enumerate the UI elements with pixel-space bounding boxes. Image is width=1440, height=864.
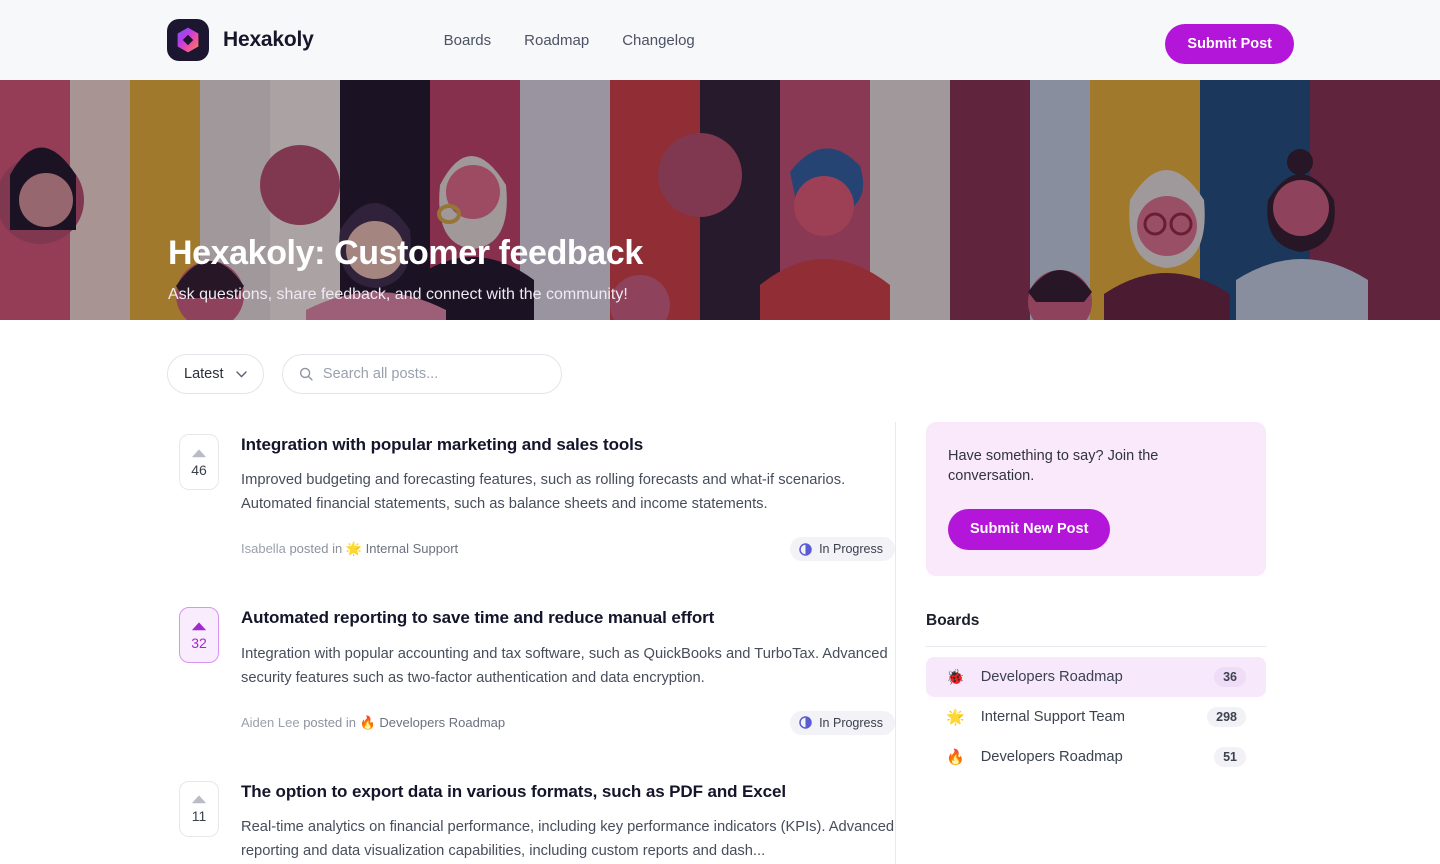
post-author[interactable]: Isabella — [241, 541, 286, 556]
chevron-down-icon — [235, 370, 247, 377]
main-nav: Boards Roadmap Changelog — [444, 32, 695, 49]
hexagon-gradient-logo-icon[interactable] — [167, 19, 209, 61]
boards-divider — [926, 645, 1266, 647]
page-subtitle: Ask questions, share feedback, and conne… — [168, 286, 628, 304]
post-byline: Isabella posted in 🌟 Internal Support — [241, 541, 458, 557]
page-title: Hexakoly: Customer feedback — [168, 234, 643, 272]
upvote-button[interactable]: 32 — [179, 607, 219, 664]
board-label: Internal Support Team — [980, 708, 1125, 725]
vote-count: 11 — [191, 808, 207, 825]
post-title[interactable]: The option to export data in various for… — [241, 781, 895, 802]
board-item[interactable]: 🐞 Developers Roadmap 36 — [926, 656, 1266, 697]
post-meta: Aiden Lee posted in 🔥 Developers Roadmap… — [241, 710, 895, 735]
status-label: In Progress — [819, 542, 883, 557]
posted-in-label: posted in — [303, 714, 356, 730]
search-input[interactable] — [322, 366, 545, 382]
post-description: Real-time analytics on financial perform… — [241, 819, 895, 860]
content-columns: 46 Integration with popular marketing an… — [167, 422, 1296, 864]
sort-dropdown[interactable]: Latest — [167, 354, 264, 394]
sort-dropdown-label: Latest — [184, 366, 224, 382]
board-item[interactable]: 🌟 Internal Support Team 298 — [926, 697, 1266, 737]
top-navbar: Hexakoly Boards Roadmap Changelog Submit… — [0, 0, 1440, 80]
nav-link-changelog[interactable]: Changelog — [622, 32, 695, 49]
half-circle-progress-icon — [799, 716, 812, 730]
sidebar: Have something to say? Join the conversa… — [896, 422, 1266, 864]
post-content: The option to export data in various for… — [241, 781, 895, 864]
nav-link-boards[interactable]: Boards — [444, 32, 492, 49]
post-list: 46 Integration with popular marketing an… — [167, 422, 895, 864]
board-count: 298 — [1207, 706, 1246, 727]
nav-actions: Submit Post — [1165, 24, 1294, 64]
vote-count: 32 — [191, 634, 207, 651]
post-item: 11 The option to export data in various … — [167, 769, 895, 864]
search-icon — [299, 367, 313, 381]
cta-card: Have something to say? Join the conversa… — [926, 422, 1266, 576]
status-badge: In Progress — [790, 537, 895, 562]
board-label: Developers Roadmap — [980, 668, 1123, 685]
post-item: 46 Integration with popular marketing an… — [167, 422, 895, 595]
post-author[interactable]: Aiden Lee — [241, 715, 300, 730]
board-emoji-icon: 🌟 — [345, 542, 363, 558]
glowing-star-icon: 🌟 — [946, 707, 965, 726]
boards-list: 🐞 Developers Roadmap 36 🌟 Internal Suppo… — [926, 656, 1266, 777]
search-bar[interactable] — [281, 354, 562, 394]
board-count: 36 — [1214, 666, 1246, 687]
post-byline: Aiden Lee posted in 🔥 Developers Roadmap — [241, 715, 505, 731]
half-circle-progress-icon — [799, 543, 812, 556]
status-badge: In Progress — [790, 710, 895, 735]
nav-link-roadmap[interactable]: Roadmap — [524, 32, 589, 49]
post-meta: Isabella posted in 🌟 Internal Support In… — [241, 537, 895, 562]
post-content: Integration with popular marketing and s… — [241, 434, 895, 562]
boards-heading: Boards — [926, 611, 980, 629]
brand-block[interactable]: Hexakoly — [167, 19, 314, 61]
board-item[interactable]: 🔥 Developers Roadmap 51 — [926, 737, 1266, 777]
post-board-name[interactable]: Internal Support — [366, 541, 459, 556]
triangle-up-icon — [192, 795, 206, 804]
post-description: Improved budgeting and forecasting featu… — [241, 472, 846, 513]
post-title[interactable]: Integration with popular marketing and s… — [241, 434, 895, 455]
post-content: Automated reporting to save time and red… — [241, 607, 895, 735]
submit-post-button[interactable]: Submit Post — [1165, 24, 1294, 64]
post-item: 32 Automated reporting to save time and … — [167, 595, 895, 768]
cta-text: Have something to say? Join the conversa… — [948, 448, 1159, 485]
upvote-button[interactable]: 11 — [179, 780, 219, 837]
fire-icon: 🔥 — [946, 747, 965, 766]
post-description: Integration with popular accounting and … — [241, 645, 888, 686]
vote-count: 46 — [191, 461, 207, 478]
filter-toolbar: Latest — [167, 354, 1440, 394]
upvote-button[interactable]: 46 — [179, 434, 219, 490]
board-label: Developers Roadmap — [980, 748, 1123, 765]
page-body: Latest 46 Integ — [0, 354, 1440, 864]
post-board-name[interactable]: Developers Roadmap — [379, 715, 505, 730]
ladybug-icon: 🐞 — [946, 667, 965, 686]
board-count: 51 — [1214, 746, 1246, 767]
posted-in-label: posted in — [289, 541, 343, 557]
submit-new-post-button[interactable]: Submit New Post — [948, 508, 1111, 550]
triangle-up-icon — [192, 622, 206, 631]
hero-banner: Hexakoly: Customer feedback Ask question… — [0, 80, 1440, 320]
board-emoji-icon: 🔥 — [359, 715, 376, 731]
post-title[interactable]: Automated reporting to save time and red… — [241, 607, 895, 628]
status-label: In Progress — [819, 715, 883, 730]
triangle-up-icon — [192, 448, 206, 457]
brand-name: Hexakoly — [223, 28, 314, 51]
hero-text-block: Hexakoly: Customer feedback Ask question… — [168, 234, 643, 304]
